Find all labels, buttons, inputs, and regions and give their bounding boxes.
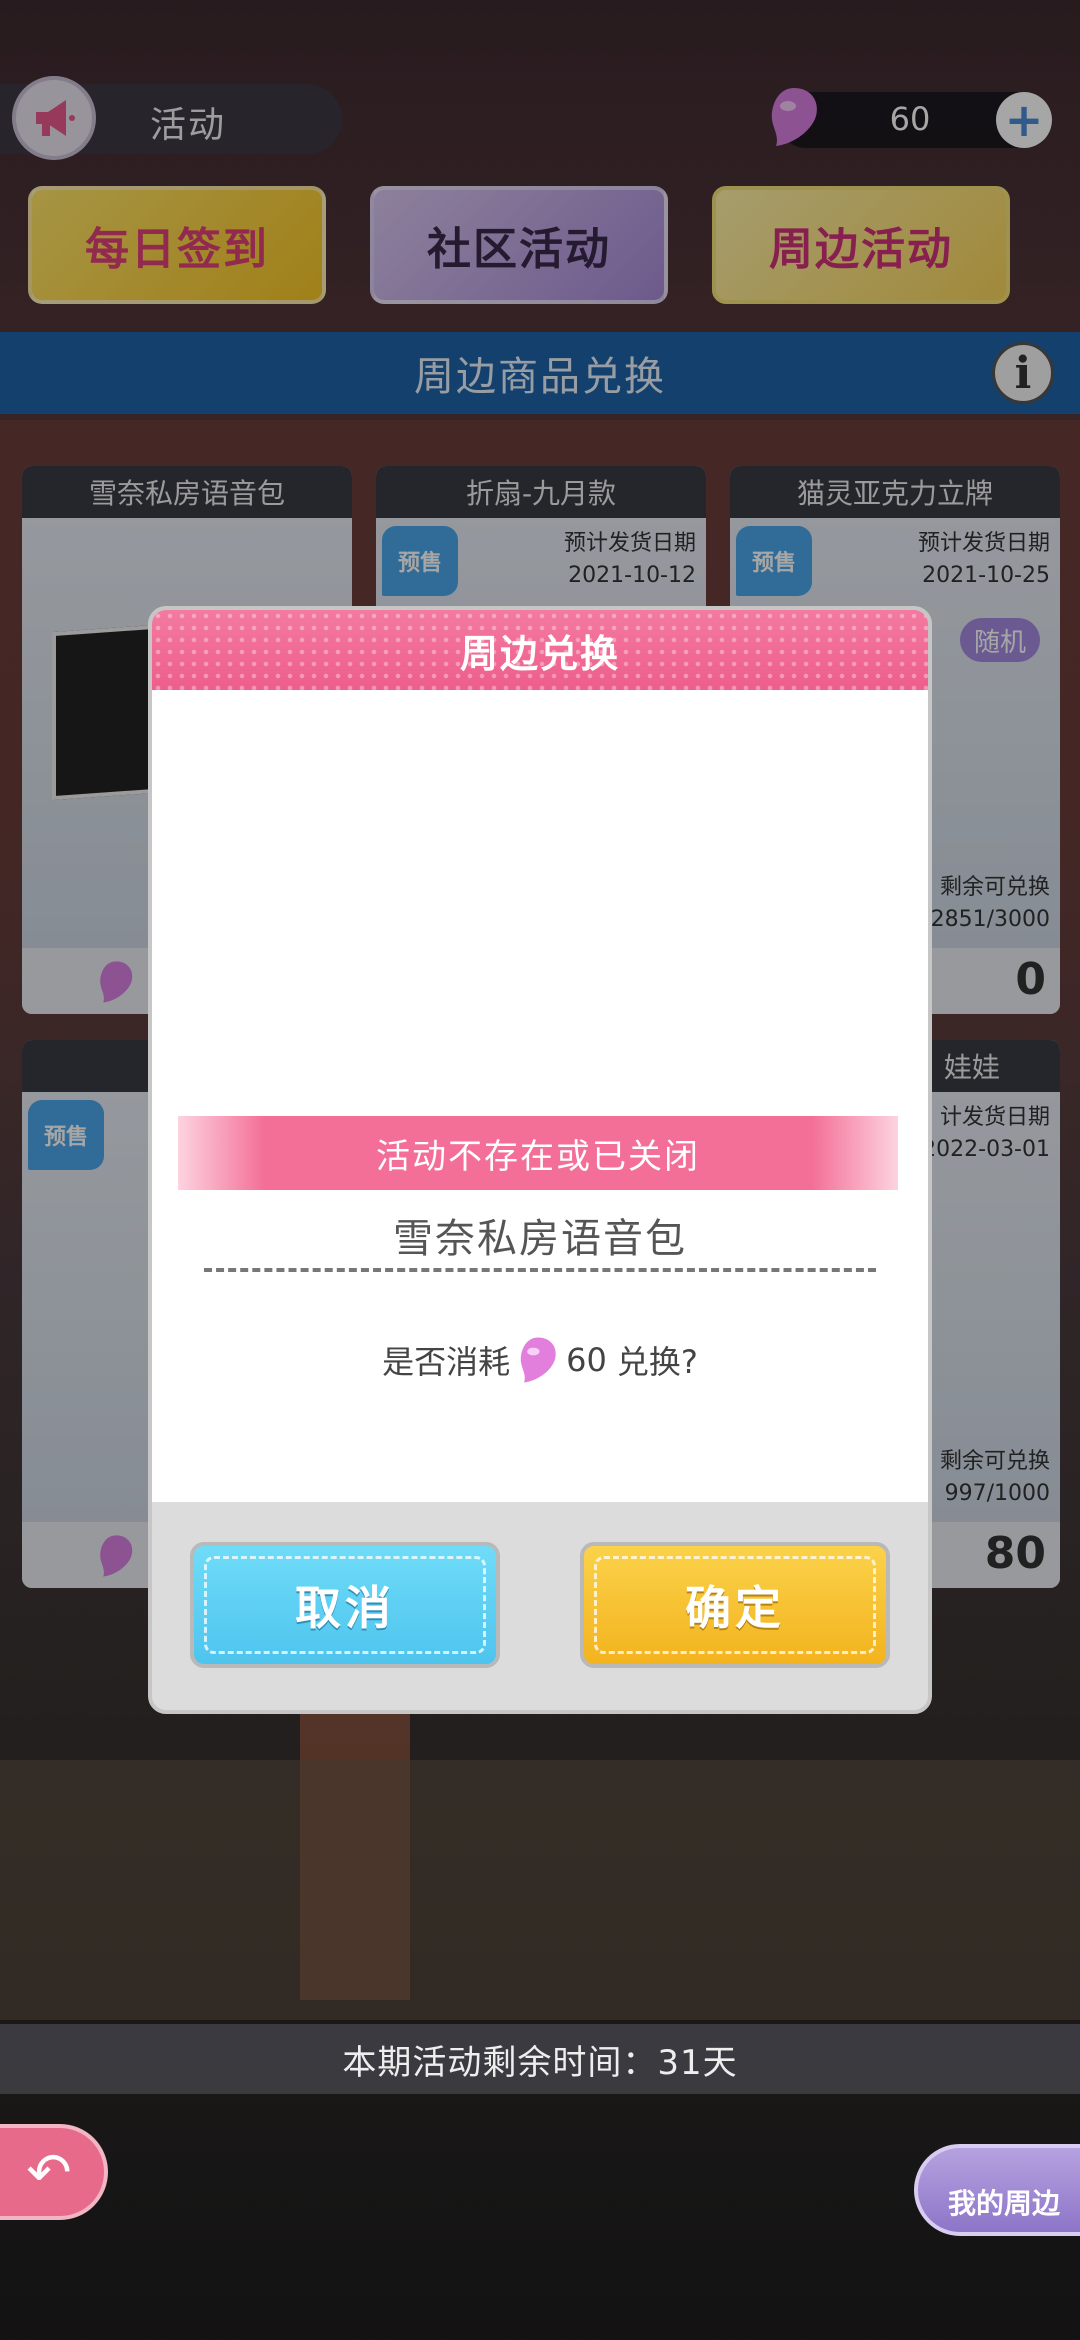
divider — [204, 1268, 876, 1272]
dialog-title: 周边兑换 — [459, 631, 620, 676]
confirm-button-label: 确定 — [685, 1581, 785, 1635]
activity-timer: 本期活动剩余时间：31天 — [0, 2024, 1080, 2094]
confirm-amount: 60 — [566, 1341, 607, 1379]
timer-text: 本期活动剩余时间：31天 — [342, 2042, 738, 2083]
confirm-question: 是否消耗 60 兑换? — [148, 1336, 932, 1384]
confirm-prefix: 是否消耗 — [382, 1343, 511, 1381]
dialog-header: 周边兑换 — [152, 610, 928, 690]
back-button[interactable]: ↶ — [0, 2124, 108, 2220]
confirm-suffix: 兑换? — [616, 1343, 698, 1381]
confirm-button[interactable]: 确定 — [580, 1542, 890, 1668]
item-name: 雪奈私房语音包 — [393, 1216, 687, 1262]
gem-icon — [520, 1337, 556, 1383]
my-merch-button[interactable]: 我的周边 — [914, 2144, 1080, 2236]
error-notice: 活动不存在或已关闭 — [178, 1116, 898, 1190]
cancel-button-label: 取消 — [295, 1581, 395, 1635]
cancel-button[interactable]: 取消 — [190, 1542, 500, 1668]
error-notice-text: 活动不存在或已关闭 — [376, 1136, 700, 1177]
back-arrow-icon: ↶ — [26, 2140, 72, 2204]
my-merch-label: 我的周边 — [947, 2187, 1060, 2220]
